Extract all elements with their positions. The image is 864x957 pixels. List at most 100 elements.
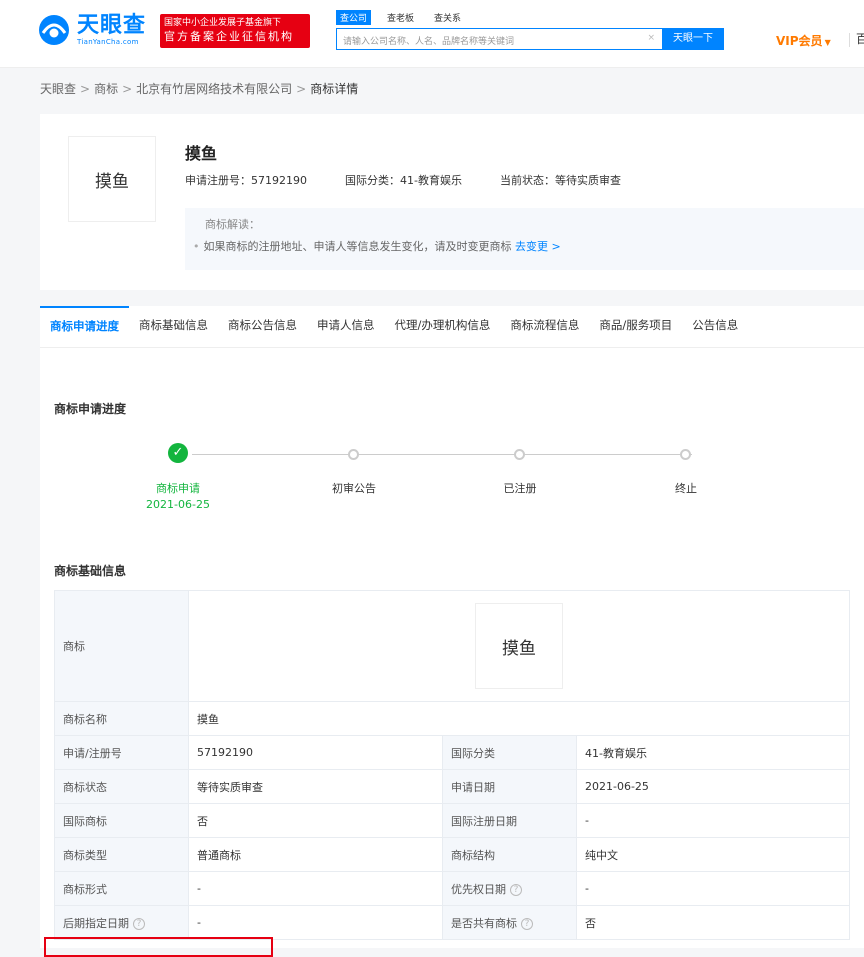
gov-badge[interactable]: 国家中小企业发展子基金旗下 官方备案企业征信机构: [160, 14, 310, 48]
table-row: 商标 摸鱼: [54, 590, 850, 702]
search-tab-boss[interactable]: 查老板: [383, 10, 418, 25]
gov-badge-line2: 官方备案企业征信机构: [164, 30, 294, 43]
tab-application-progress[interactable]: 商标申请进度: [40, 306, 129, 348]
table-key-with-help: 后期指定日期?: [54, 905, 189, 940]
pending-step-icon: [680, 449, 691, 460]
logo-name: 天眼查: [77, 13, 147, 38]
breadcrumb-company[interactable]: 北京有竹居网络技术有限公司: [136, 82, 292, 96]
basic-info-table: 商标 摸鱼 商标名称 摸鱼 申请/注册号 57192190 国际分类 41-教育…: [54, 590, 850, 940]
logo-domain: TianYanCha.com: [77, 38, 139, 46]
step-label: 初审公告: [332, 482, 376, 495]
table-value: -: [188, 905, 443, 940]
tab-announcement[interactable]: 商标公告信息: [218, 306, 307, 348]
breadcrumb: 天眼查 > 商标 > 北京有竹居网络技术有限公司 > 商标详情: [40, 80, 358, 97]
header-divider: [849, 33, 850, 47]
table-key: 商标状态: [54, 769, 189, 804]
current-status: 当前状态：等待实质审查: [499, 174, 621, 187]
tab-applicant[interactable]: 申请人信息: [307, 306, 385, 348]
trademark-meta: 申请注册号：57192190 国际分类：41-教育娱乐 当前状态：等待实质审查: [185, 172, 659, 188]
tab-process[interactable]: 商标流程信息: [500, 306, 589, 348]
table-value: 普通商标: [188, 837, 443, 872]
breadcrumb-separator: >: [296, 82, 307, 96]
step-date: 2021-06-25: [146, 498, 210, 511]
caret-down-icon: ▼: [824, 38, 831, 47]
help-icon[interactable]: ?: [510, 883, 522, 896]
search-placeholder: 请输入公司名称、人名、品牌名称等关键词: [343, 37, 515, 47]
step-label: 已注册: [503, 482, 537, 495]
help-icon[interactable]: ?: [133, 917, 145, 930]
header-more-link[interactable]: 百: [856, 30, 864, 47]
trademark-name: 摸鱼: [185, 144, 218, 163]
tab-basic-info[interactable]: 商标基础信息: [129, 306, 218, 348]
table-value: 57192190: [188, 735, 443, 770]
table-row: 国际商标 否 国际注册日期 -: [54, 803, 850, 838]
table-row: 商标形式 - 优先权日期? -: [54, 871, 850, 906]
search-input[interactable]: 请输入公司名称、人名、品牌名称等关键词 ×: [336, 28, 664, 50]
interp-title: 商标解读：: [205, 218, 260, 231]
table-row: 商标状态 等待实质审查 申请日期 2021-06-25: [54, 769, 850, 804]
table-row: 商标名称 摸鱼: [54, 701, 850, 736]
table-row: 后期指定日期? - 是否共有商标? 否: [54, 905, 850, 940]
tab-agency[interactable]: 代理/办理机构信息: [385, 306, 501, 348]
table-key: 国际分类: [442, 735, 577, 770]
bullet-icon: •: [193, 240, 200, 253]
table-key-with-help: 优先权日期?: [442, 871, 577, 906]
trademark-image: 摸鱼: [475, 603, 563, 689]
breadcrumb-separator: >: [122, 82, 133, 96]
change-link[interactable]: 去变更 >: [515, 240, 561, 253]
trademark-summary-card: 摸鱼 摸鱼 申请注册号：57192190 国际分类：41-教育娱乐 当前状态：等…: [40, 114, 864, 290]
table-key: 商标类型: [54, 837, 189, 872]
highlight-box: [44, 937, 273, 957]
top-header: 天眼查 TianYanCha.com 国家中小企业发展子基金旗下 官方备案企业征…: [0, 0, 864, 68]
table-value: -: [188, 871, 443, 906]
search-button[interactable]: 天眼一下: [662, 28, 724, 50]
progress-stepper: ✓ 商标申请 2021-06-25 初审公告 已注册 终止: [40, 440, 864, 530]
table-row: 申请/注册号 57192190 国际分类 41-教育娱乐: [54, 735, 850, 770]
tab-goods-services[interactable]: 商品/服务项目: [589, 306, 682, 348]
table-value: 否: [188, 803, 443, 838]
table-key: 国际商标: [54, 803, 189, 838]
table-value: 41-教育娱乐: [576, 735, 850, 770]
interp-line: • 如果商标的注册地址、申请人等信息发生变化，请及时变更商标 去变更 >: [193, 238, 854, 254]
table-value: 否: [576, 905, 850, 940]
pending-step-icon: [514, 449, 525, 460]
progress-section-title: 商标申请进度: [54, 402, 127, 416]
breadcrumb-current: 商标详情: [310, 82, 359, 96]
search-tab-company[interactable]: 查公司: [336, 10, 372, 25]
table-key: 国际注册日期: [442, 803, 577, 838]
table-value: 摸鱼: [188, 701, 850, 736]
table-key: 是否共有商标: [451, 916, 517, 930]
reg-number: 申请注册号：57192190: [185, 174, 307, 187]
logo[interactable]: 天眼查 TianYanCha.com: [37, 10, 146, 50]
breadcrumb-home[interactable]: 天眼查: [40, 82, 76, 96]
main-content: 商标申请进度 ✓ 商标申请 2021-06-25 初审公告 已注册 终止 商标基…: [40, 348, 864, 948]
search-tab-relation[interactable]: 查关系: [430, 10, 465, 25]
trademark-thumbnail: 摸鱼: [68, 136, 156, 222]
help-icon[interactable]: ?: [521, 917, 533, 930]
progress-track: [192, 454, 692, 455]
detail-tabs: 商标申请进度 商标基础信息 商标公告信息 申请人信息 代理/办理机构信息 商标流…: [40, 306, 864, 348]
table-value: -: [576, 871, 850, 906]
trademark-image-cell: 摸鱼: [188, 590, 850, 702]
interp-text: 如果商标的注册地址、申请人等信息发生变化，请及时变更商标: [203, 240, 512, 253]
table-key: 后期指定日期: [63, 916, 129, 930]
step-label: 终止: [675, 482, 697, 495]
clear-icon[interactable]: ×: [647, 33, 655, 43]
trademark-interpretation: 商标解读： • 如果商标的注册地址、申请人等信息发生变化，请及时变更商标 去变更 …: [185, 208, 864, 270]
tab-notice[interactable]: 公告信息: [682, 306, 748, 348]
table-key: 申请/注册号: [54, 735, 189, 770]
check-icon: ✓: [168, 443, 188, 463]
table-value: 纯中文: [576, 837, 850, 872]
breadcrumb-trademark[interactable]: 商标: [94, 82, 118, 96]
vip-menu[interactable]: VIP会员 ▼: [776, 32, 831, 49]
table-key: 优先权日期: [451, 882, 506, 896]
gov-badge-line1: 国家中小企业发展子基金旗下: [164, 18, 282, 28]
basic-info-section-title: 商标基础信息: [54, 564, 127, 578]
search-tabs: 查公司 查老板 查关系: [336, 10, 477, 25]
table-key: 商标名称: [54, 701, 189, 736]
table-key: 商标: [54, 590, 189, 702]
table-key: 商标形式: [54, 871, 189, 906]
eye-logo-icon: [37, 13, 71, 47]
vip-label: VIP会员: [776, 34, 823, 48]
intl-class: 国际分类：41-教育娱乐: [345, 174, 462, 187]
